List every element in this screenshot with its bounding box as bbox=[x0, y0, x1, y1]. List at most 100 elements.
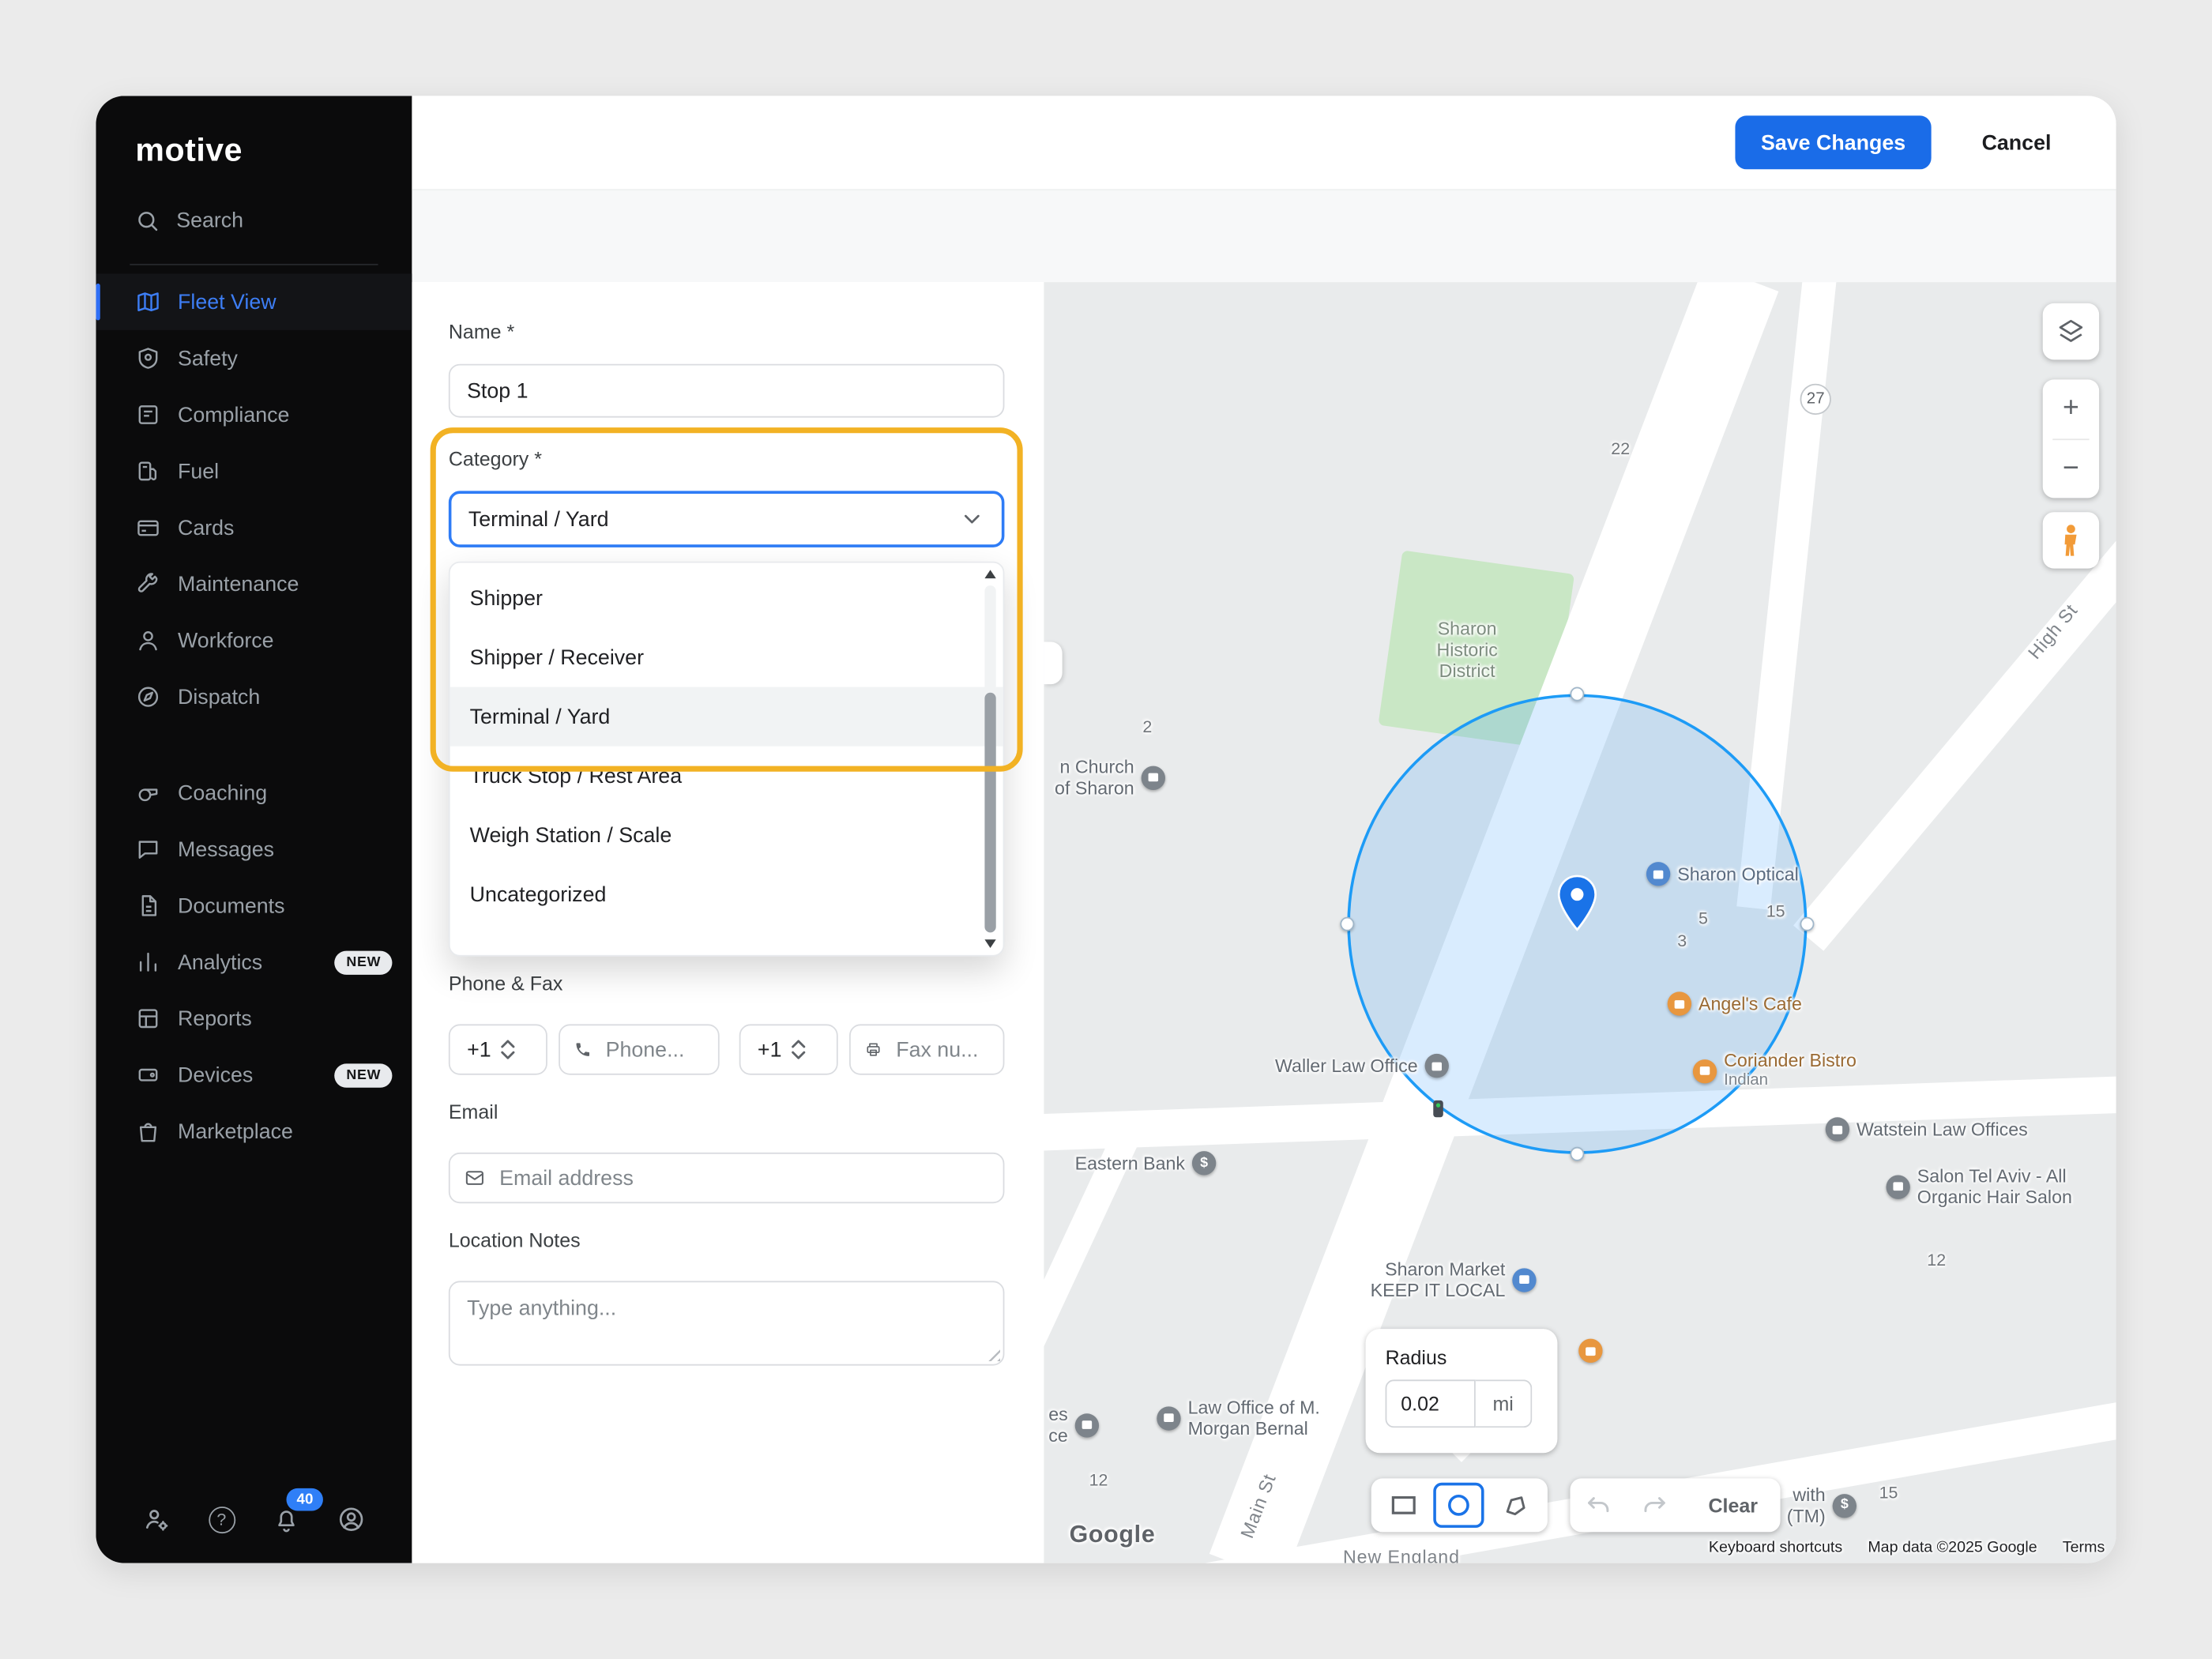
chat-icon bbox=[135, 837, 160, 862]
poi-coffee[interactable] bbox=[1578, 1339, 1602, 1363]
sidebar-item-marketplace[interactable]: Marketplace bbox=[96, 1103, 412, 1159]
shield-icon bbox=[135, 345, 160, 371]
zoom-out-button[interactable]: − bbox=[2043, 439, 2099, 498]
phone-country-select[interactable]: +1 bbox=[449, 1024, 547, 1074]
fax-input[interactable] bbox=[893, 1036, 989, 1063]
admin-settings-button[interactable] bbox=[138, 1501, 175, 1537]
panel-collapse-handle[interactable] bbox=[1044, 641, 1062, 684]
dropdown-scrollbar-thumb[interactable] bbox=[984, 693, 995, 933]
sidebar-item-maintenance[interactable]: Maintenance bbox=[96, 556, 412, 612]
option-shipper[interactable]: Shipper bbox=[450, 569, 1003, 628]
poi-eastern-bank[interactable]: Eastern Bank $ bbox=[1075, 1151, 1217, 1175]
poi-sharon-market[interactable]: Sharon MarketKEEP IT LOCAL bbox=[1371, 1258, 1537, 1301]
sidebar-item-reports[interactable]: Reports bbox=[96, 991, 412, 1047]
street-number: 3 bbox=[1677, 931, 1687, 951]
option-clipped[interactable] bbox=[450, 924, 1003, 957]
map-icon bbox=[135, 289, 160, 314]
poi-church[interactable]: n Churchof Sharon bbox=[1055, 756, 1165, 799]
notifications-button[interactable]: 40 bbox=[268, 1501, 304, 1537]
location-pin[interactable] bbox=[1556, 875, 1599, 938]
stop-form-panel: Name * Category * Terminal / Yard Shippe… bbox=[412, 282, 1044, 1563]
sidebar-item-workforce[interactable]: Workforce bbox=[96, 612, 412, 668]
poi-clipped-tm[interactable]: with(TM) $ bbox=[1787, 1484, 1856, 1527]
rectangle-tool-button[interactable] bbox=[1378, 1483, 1428, 1528]
poi-coriander-bistro[interactable]: Coriander BistroIndian bbox=[1693, 1050, 1856, 1093]
poi-morgan-bernal-law[interactable]: Law Office of M.Morgan Bernal bbox=[1157, 1397, 1320, 1439]
phone-icon bbox=[574, 1038, 592, 1061]
street-number: 15 bbox=[1879, 1483, 1898, 1503]
category-value: Terminal / Yard bbox=[468, 507, 609, 531]
street-view-pegman-button[interactable] bbox=[2043, 512, 2099, 568]
terms-link[interactable]: Terms bbox=[2063, 1539, 2105, 1556]
sidebar-item-coaching[interactable]: Coaching bbox=[96, 765, 412, 821]
poi-sharon-optical[interactable]: Sharon Optical bbox=[1646, 862, 1799, 886]
sidebar-item-dispatch[interactable]: Dispatch bbox=[96, 668, 412, 724]
sidebar-item-documents[interactable]: Documents bbox=[96, 878, 412, 934]
sidebar-item-fuel[interactable]: Fuel bbox=[96, 443, 412, 499]
clear-button[interactable]: Clear bbox=[1708, 1494, 1780, 1517]
category-select[interactable]: Terminal / Yard bbox=[449, 491, 1005, 547]
scales-icon bbox=[1425, 1054, 1449, 1078]
phone-fax-label: Phone & Fax bbox=[449, 972, 563, 995]
cancel-button[interactable]: Cancel bbox=[1973, 129, 2060, 156]
profile-button[interactable] bbox=[333, 1501, 369, 1537]
sidebar-item-fleet-view[interactable]: Fleet View bbox=[96, 273, 412, 329]
option-truck-stop[interactable]: Truck Stop / Rest Area bbox=[450, 747, 1003, 806]
nav-label: Analytics bbox=[178, 950, 262, 974]
option-shipper-receiver[interactable]: Shipper / Receiver bbox=[450, 628, 1003, 687]
poi-angels-cafe[interactable]: Angel's Cafe bbox=[1668, 991, 1802, 1015]
sidebar-item-devices[interactable]: Devices NEW bbox=[96, 1047, 412, 1103]
envelope-icon bbox=[464, 1167, 485, 1190]
geofence-handle-west[interactable] bbox=[1340, 917, 1354, 931]
option-weigh-station[interactable]: Weigh Station / Scale bbox=[450, 806, 1003, 865]
help-button[interactable]: ? bbox=[203, 1501, 239, 1537]
redo-icon bbox=[1642, 1494, 1668, 1517]
pegman-icon bbox=[2057, 523, 2086, 557]
sidebar-item-cards[interactable]: Cards bbox=[96, 499, 412, 555]
save-changes-button[interactable]: Save Changes bbox=[1736, 115, 1931, 169]
printer-icon bbox=[865, 1038, 882, 1061]
circle-tool-button[interactable] bbox=[1434, 1483, 1484, 1528]
phone-input[interactable] bbox=[603, 1036, 704, 1063]
option-terminal-yard[interactable]: Terminal / Yard bbox=[450, 687, 1003, 747]
street-number: 12 bbox=[1089, 1470, 1108, 1490]
salon-icon bbox=[1886, 1175, 1909, 1198]
email-input[interactable] bbox=[497, 1164, 989, 1191]
location-notes-textarea[interactable] bbox=[449, 1281, 1005, 1365]
sidebar-search[interactable]: Search bbox=[96, 194, 412, 246]
geofence-handle-south[interactable] bbox=[1570, 1147, 1584, 1161]
zoom-in-button[interactable]: + bbox=[2043, 379, 2099, 438]
sidebar-item-safety[interactable]: Safety bbox=[96, 330, 412, 386]
active-indicator bbox=[96, 284, 100, 320]
route-27-badge: 27 bbox=[1800, 384, 1831, 415]
map-canvas[interactable]: Sharon Historic District n Churchof Shar… bbox=[1044, 282, 2116, 1563]
option-uncategorized[interactable]: Uncategorized bbox=[450, 865, 1003, 924]
poi-watstein-law[interactable]: Watstein Law Offices bbox=[1826, 1117, 2028, 1141]
poi-salon-tel-aviv[interactable]: Salon Tel Aviv - AllOrganic Hair Salon bbox=[1886, 1165, 2071, 1208]
polygon-tool-button[interactable] bbox=[1490, 1483, 1540, 1528]
scroll-down-arrow[interactable] bbox=[984, 939, 995, 948]
poi-clipped-left[interactable]: esce bbox=[1048, 1404, 1099, 1446]
search-icon bbox=[135, 209, 159, 232]
nav-label: Maintenance bbox=[178, 572, 299, 596]
street-number: 15 bbox=[1766, 901, 1785, 921]
poi-waller-law[interactable]: Waller Law Office bbox=[1275, 1054, 1449, 1078]
sidebar-item-analytics[interactable]: Analytics NEW bbox=[96, 934, 412, 990]
undo-button[interactable] bbox=[1570, 1494, 1626, 1517]
keyboard-shortcuts-link[interactable]: Keyboard shortcuts bbox=[1709, 1539, 1842, 1556]
redo-button[interactable] bbox=[1627, 1494, 1683, 1517]
nav-label: Fleet View bbox=[178, 290, 276, 314]
geofence-handle-east[interactable] bbox=[1800, 917, 1815, 931]
radius-input[interactable] bbox=[1386, 1379, 1476, 1428]
geofence-handle-north[interactable] bbox=[1570, 687, 1584, 702]
fax-country-select[interactable]: +1 bbox=[739, 1024, 838, 1074]
map-layers-button[interactable] bbox=[2043, 303, 2099, 359]
history-toolbar: Clear bbox=[1570, 1478, 1780, 1532]
nav-label: Safety bbox=[178, 346, 238, 370]
name-input[interactable] bbox=[449, 364, 1005, 418]
sidebar-item-messages[interactable]: Messages bbox=[96, 821, 412, 877]
report-grid-icon bbox=[135, 1006, 160, 1031]
new-badge: NEW bbox=[335, 950, 392, 974]
scroll-up-arrow[interactable] bbox=[984, 570, 995, 578]
sidebar-item-compliance[interactable]: Compliance bbox=[96, 386, 412, 442]
